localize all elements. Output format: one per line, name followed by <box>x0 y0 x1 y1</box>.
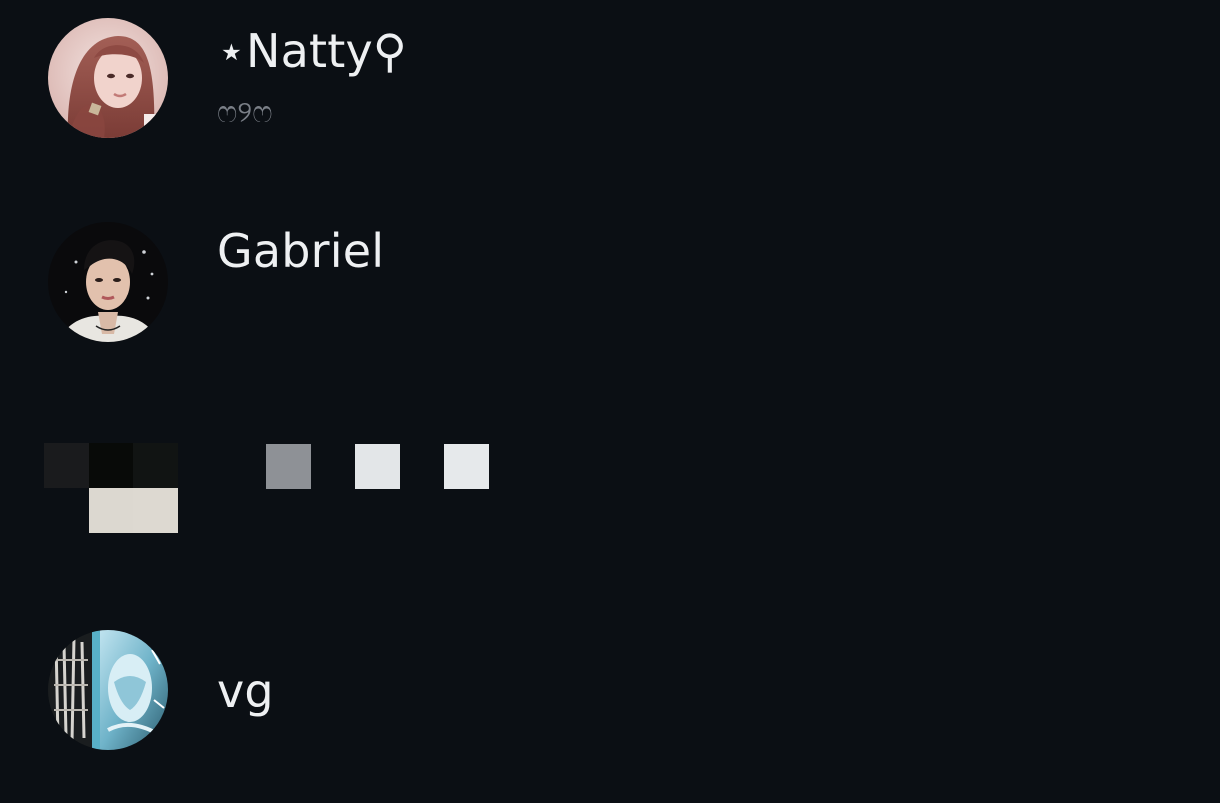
contact-list: ⋆Natty⚲ ෆ୨ෆ Gabriel vg <box>0 0 1220 803</box>
avatar-artwork-blue <box>48 630 168 750</box>
contact-name: ⋆Natty⚲ <box>217 24 407 78</box>
contact-row-gabriel[interactable]: Gabriel <box>0 222 1220 346</box>
avatar[interactable] <box>48 630 168 750</box>
pixel-block <box>266 444 311 489</box>
contact-row-natty[interactable]: ⋆Natty⚲ ෆ୨ෆ <box>0 18 1220 142</box>
avatar-pixelated[interactable] <box>44 443 178 533</box>
pixel-block <box>444 444 489 489</box>
avatar-photo-young-man <box>48 222 168 342</box>
contact-name: vg <box>217 664 274 718</box>
contact-row-vg[interactable]: vg <box>0 630 1220 754</box>
contact-name: Gabriel <box>217 224 385 278</box>
contact-subtitle: ෆ୨ෆ <box>217 95 273 130</box>
avatar-photo-girl-pink <box>48 18 168 138</box>
avatar[interactable] <box>48 222 168 342</box>
avatar[interactable] <box>48 18 168 138</box>
pixel-block <box>355 444 400 489</box>
contact-row-pixelated[interactable] <box>0 443 1220 535</box>
